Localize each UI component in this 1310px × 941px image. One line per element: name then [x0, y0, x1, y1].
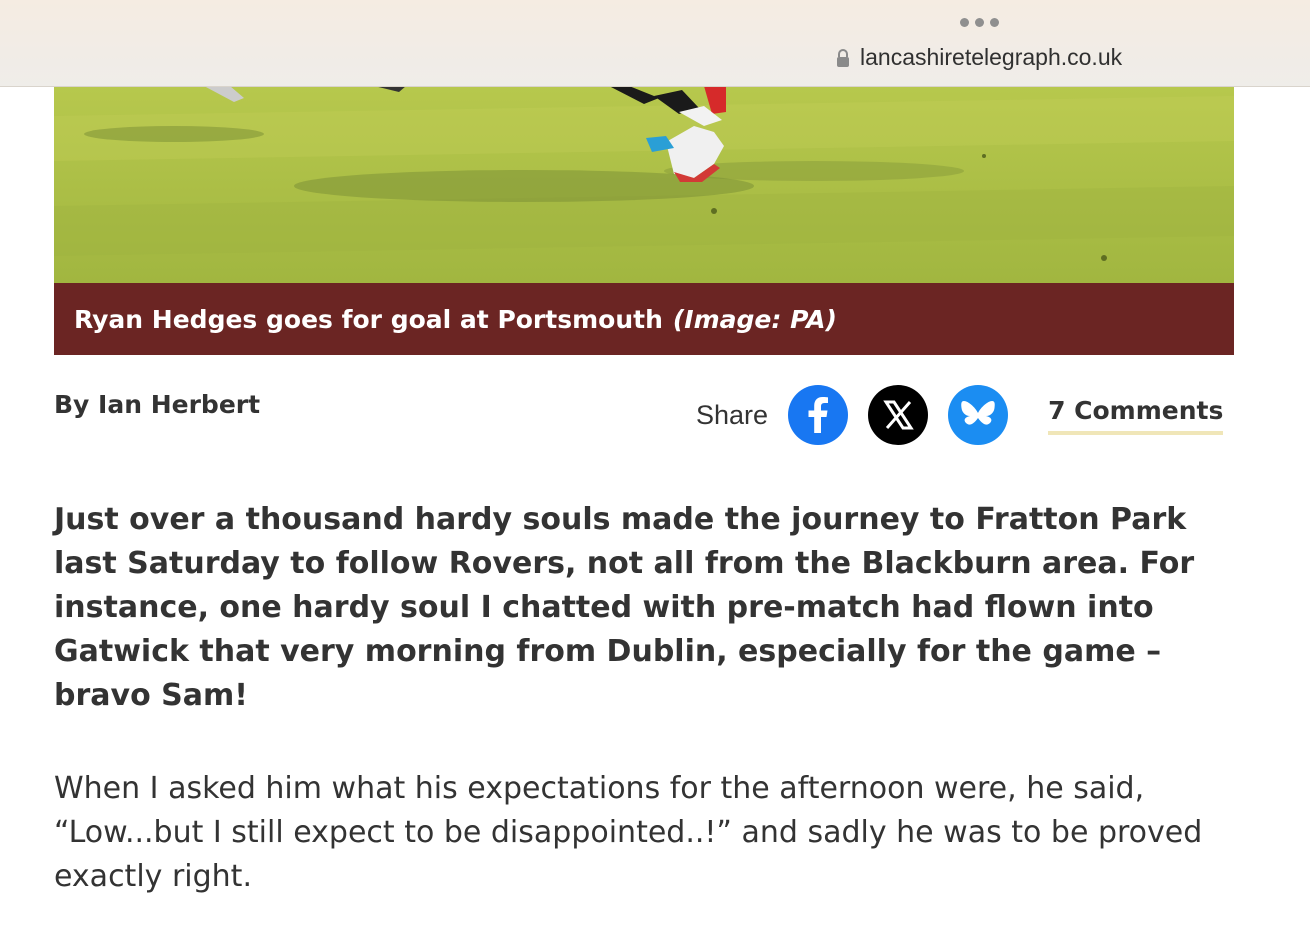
browser-toolbar: lancashiretelegraph.co.uk	[0, 0, 1310, 87]
article-paragraph: When I asked him what his expectations f…	[54, 771, 1203, 894]
lock-icon	[837, 48, 849, 67]
bluesky-icon[interactable]	[948, 385, 1009, 445]
address-bar[interactable]: lancashiretelegraph.co.uk	[836, 44, 1122, 71]
article-photo	[54, 86, 1234, 283]
more-dots-icon[interactable]	[960, 18, 999, 27]
image-caption: Ryan Hedges goes for goal at Portsmouth …	[54, 283, 1234, 355]
caption-credit: (Image: PA)	[672, 304, 837, 334]
article-paragraph: Just over a thousand hardy souls made th…	[54, 502, 1195, 713]
share-label: Share	[696, 399, 769, 430]
share-bar: Share 7 Comments	[696, 385, 1224, 445]
football-pitch-image	[54, 86, 1234, 283]
byline[interactable]: By Ian Herbert	[54, 390, 260, 419]
comments-link[interactable]: 7 Comments	[1048, 396, 1224, 435]
url-text: lancashiretelegraph.co.uk	[860, 44, 1123, 70]
x-icon[interactable]	[868, 385, 929, 445]
facebook-icon[interactable]	[788, 385, 849, 445]
caption-text: Ryan Hedges goes for goal at Portsmouth	[74, 304, 663, 334]
